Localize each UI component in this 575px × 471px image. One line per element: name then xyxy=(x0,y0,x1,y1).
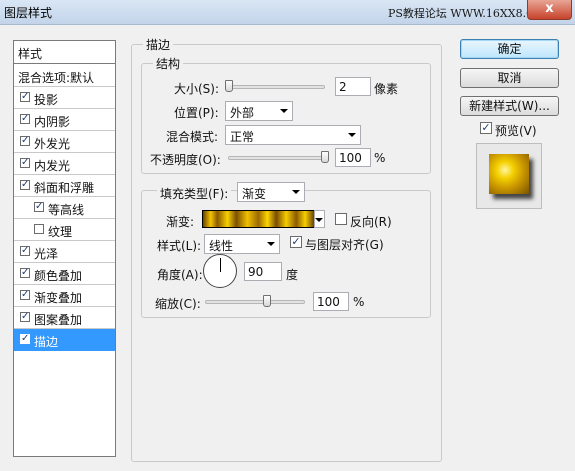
angle-dial[interactable] xyxy=(203,254,237,288)
fill-type-label: 填充类型(F): xyxy=(157,185,232,202)
scale-input[interactable]: 100 xyxy=(313,292,349,311)
size-label: 大小(S): xyxy=(174,82,220,96)
size-input[interactable]: 2 xyxy=(335,77,371,96)
list-item-label: 外发光 xyxy=(34,137,71,151)
stroke-group-title: 描边 xyxy=(143,36,174,53)
window-title: 图层样式 xyxy=(4,6,53,20)
scale-unit: % xyxy=(353,295,365,309)
list-item-label: 投影 xyxy=(34,93,59,107)
style-label: 样式(L): xyxy=(157,239,202,253)
texture-checkbox[interactable] xyxy=(34,224,44,234)
inner-shadow-checkbox[interactable] xyxy=(20,114,30,124)
opacity-label: 不透明度(O): xyxy=(150,153,221,167)
contour-checkbox[interactable] xyxy=(34,202,44,212)
scale-label: 缩放(C): xyxy=(155,297,201,311)
list-item-drop-shadow[interactable]: 投影 xyxy=(14,87,115,109)
opacity-input[interactable]: 100 xyxy=(335,148,371,167)
styles-header-label: 样式 xyxy=(18,47,43,61)
gradient-style-value: 线性 xyxy=(209,239,234,253)
blend-options-item[interactable]: 混合选项:默认 xyxy=(14,65,115,87)
chevron-down-icon xyxy=(267,242,275,246)
bevel-emboss-checkbox[interactable] xyxy=(20,180,30,190)
close-button[interactable]: x xyxy=(527,0,572,20)
scale-slider-thumb[interactable] xyxy=(263,295,271,307)
position-value: 外部 xyxy=(230,106,255,120)
list-item-label: 颜色叠加 xyxy=(34,269,83,283)
list-item-inner-shadow[interactable]: 内阴影 xyxy=(14,109,115,131)
align-layer-checkbox[interactable] xyxy=(290,236,302,248)
preview-swatch xyxy=(489,154,529,194)
opacity-unit: % xyxy=(374,151,386,165)
list-item-color-overlay[interactable]: 颜色叠加 xyxy=(14,263,115,285)
position-dropdown[interactable]: 外部 xyxy=(225,101,293,121)
stroke-checkbox[interactable] xyxy=(20,334,30,344)
chevron-down-icon xyxy=(348,133,356,137)
list-item-label: 渐变叠加 xyxy=(34,291,83,305)
chevron-down-icon xyxy=(315,218,323,222)
styles-header[interactable]: 样式 xyxy=(14,41,115,64)
list-item-outer-glow[interactable]: 外发光 xyxy=(14,131,115,153)
blend-mode-dropdown[interactable]: 正常 xyxy=(225,125,361,145)
list-item-satin[interactable]: 光泽 xyxy=(14,241,115,263)
position-label: 位置(P): xyxy=(174,106,219,120)
list-item-label: 图案叠加 xyxy=(34,313,83,327)
size-slider-track[interactable] xyxy=(225,85,325,89)
list-item-gradient-overlay[interactable]: 渐变叠加 xyxy=(14,285,115,307)
chevron-down-icon xyxy=(292,190,300,194)
list-item-label: 光泽 xyxy=(34,247,59,261)
gradient-picker-button[interactable] xyxy=(314,210,325,228)
list-item-label: 斜面和浮雕 xyxy=(34,181,95,195)
size-slider-thumb[interactable] xyxy=(225,80,233,92)
list-item-label: 内发光 xyxy=(34,159,71,173)
gradient-style-dropdown[interactable]: 线性 xyxy=(204,234,280,254)
structure-group-title: 结构 xyxy=(153,55,184,72)
scale-slider-track[interactable] xyxy=(205,300,305,304)
style-preview xyxy=(476,143,542,209)
ok-button[interactable]: 确定 xyxy=(460,39,559,59)
inner-glow-checkbox[interactable] xyxy=(20,158,30,168)
reverse-label[interactable]: 反向(R) xyxy=(350,213,392,230)
chevron-down-icon xyxy=(280,109,288,113)
list-item-pattern-overlay[interactable]: 图案叠加 xyxy=(14,307,115,329)
pattern-overlay-checkbox[interactable] xyxy=(20,312,30,322)
list-item-bevel-emboss[interactable]: 斜面和浮雕 xyxy=(14,175,115,197)
outer-glow-checkbox[interactable] xyxy=(20,136,30,146)
gradient-swatch[interactable] xyxy=(202,210,315,228)
opacity-slider-thumb[interactable] xyxy=(321,151,329,163)
angle-label: 角度(A): xyxy=(157,268,203,282)
list-item-texture[interactable]: 纹理 xyxy=(14,219,115,241)
styles-list: 样式 混合选项:默认 投影 内阴影 外发光 内发光 斜面和浮雕 等高线 纹理 光… xyxy=(13,40,116,457)
size-unit: 像素 xyxy=(374,82,399,96)
fill-type-dropdown[interactable]: 渐变 xyxy=(237,182,305,202)
list-item-label: 纹理 xyxy=(48,225,73,239)
fill-type-value: 渐变 xyxy=(242,187,267,201)
list-item-stroke[interactable]: 描边 xyxy=(14,329,115,351)
cancel-button[interactable]: 取消 xyxy=(460,68,559,88)
gradient-label: 渐变: xyxy=(166,215,195,229)
angle-needle xyxy=(220,258,221,272)
color-overlay-checkbox[interactable] xyxy=(20,268,30,278)
reverse-checkbox[interactable] xyxy=(335,213,347,225)
blend-options-label: 混合选项:默认 xyxy=(18,71,95,85)
opacity-slider-track[interactable] xyxy=(228,156,328,160)
preview-label[interactable]: 预览(V) xyxy=(495,122,537,139)
gradient-overlay-checkbox[interactable] xyxy=(20,290,30,300)
list-item-label: 描边 xyxy=(34,335,59,349)
list-item-contour[interactable]: 等高线 xyxy=(14,197,115,219)
satin-checkbox[interactable] xyxy=(20,246,30,256)
title-bar: 图层样式 PS教程论坛 WWW.16XX8.COM x xyxy=(0,0,575,25)
preview-checkbox[interactable] xyxy=(480,122,492,134)
align-layer-label[interactable]: 与图层对齐(G) xyxy=(305,236,384,253)
new-style-button[interactable]: 新建样式(W)... xyxy=(460,96,559,116)
angle-unit: 度 xyxy=(286,268,299,282)
list-item-label: 内阴影 xyxy=(34,115,71,129)
blend-mode-value: 正常 xyxy=(230,130,255,144)
drop-shadow-checkbox[interactable] xyxy=(20,92,30,102)
blend-mode-label: 混合模式: xyxy=(166,130,219,144)
close-icon[interactable]: x xyxy=(545,1,553,16)
angle-input[interactable]: 90 xyxy=(244,262,282,281)
list-item-label: 等高线 xyxy=(48,203,85,217)
list-item-inner-glow[interactable]: 内发光 xyxy=(14,153,115,175)
